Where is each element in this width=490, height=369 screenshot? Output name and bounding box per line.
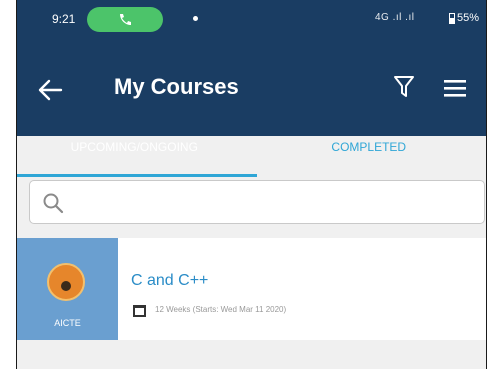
course-tabs: UPCOMING/ONGOING COMPLETED: [17, 136, 486, 174]
battery-icon: [449, 12, 455, 24]
network-indicators: 4G .ıl .ıl: [375, 12, 415, 23]
notification-dot: [193, 16, 198, 21]
course-duration: 12 Weeks (Starts: Wed Mar 11 2020): [155, 305, 287, 314]
left-frame: [0, 0, 17, 369]
right-frame: [486, 0, 490, 369]
phone-icon: [120, 14, 131, 25]
tab-upcoming-ongoing[interactable]: UPCOMING/ONGOING: [17, 136, 252, 174]
course-title[interactable]: C and C++: [131, 272, 208, 290]
battery-text: 55%: [457, 12, 480, 24]
app-bar: My Courses UPCOMING/ONGOING COMPLETED: [17, 38, 486, 154]
menu-icon[interactable]: [444, 78, 466, 98]
course-thumbnail: AICTE: [17, 238, 118, 340]
status-time: 9:21: [52, 12, 76, 26]
page-title: My Courses: [114, 74, 239, 99]
filter-icon[interactable]: [393, 74, 415, 100]
status-bar: 9:21 4G .ıl .ıl 55%: [17, 0, 486, 38]
calendar-icon: [133, 305, 146, 317]
course-card[interactable]: AICTE C and C++ 12 Weeks (Starts: Wed Ma…: [17, 238, 486, 340]
active-tab-indicator: [17, 174, 257, 177]
aicte-logo: [47, 263, 85, 301]
search-bar[interactable]: [29, 180, 485, 224]
provider-label: AICTE: [54, 318, 81, 328]
battery-indicator: 55%: [449, 12, 479, 24]
tab-completed[interactable]: COMPLETED: [252, 136, 487, 174]
ongoing-call-pill[interactable]: [87, 7, 163, 32]
back-arrow-icon[interactable]: [37, 78, 63, 102]
search-input[interactable]: [74, 189, 478, 217]
phone-screen: 9:21 4G .ıl .ıl 55% My Courses UPCOMING/…: [17, 0, 486, 369]
search-icon: [43, 193, 64, 214]
